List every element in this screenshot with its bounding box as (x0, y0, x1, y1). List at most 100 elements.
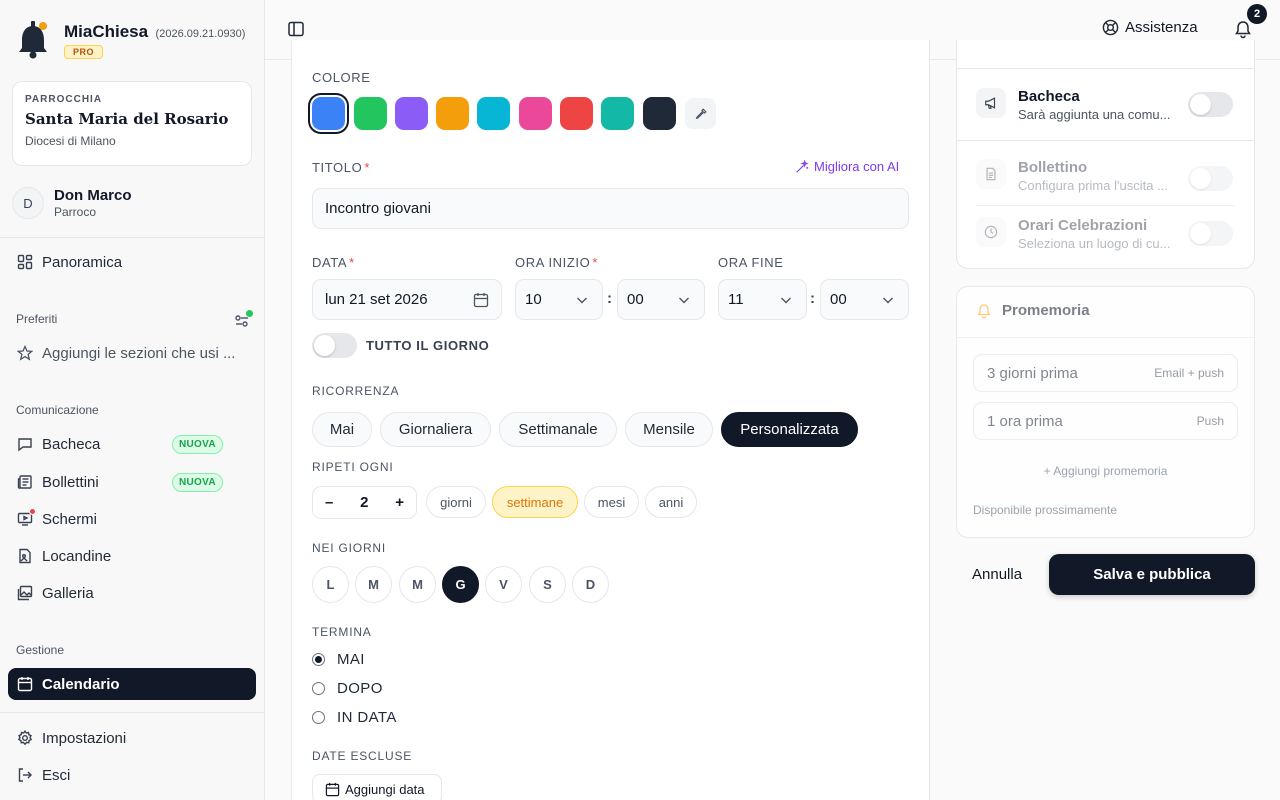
all-day-toggle[interactable] (312, 333, 357, 358)
repeat-interval-stepper[interactable]: – 2 + (312, 486, 417, 519)
notification-count-badge: 2 (1247, 4, 1267, 24)
ai-improve-link[interactable]: Migliora con AI (795, 159, 899, 174)
color-swatch[interactable] (643, 97, 676, 130)
weekday-tuesday[interactable]: M (355, 566, 392, 603)
unit-option-anni[interactable]: anni (645, 486, 697, 518)
recurrence-option-giornaliera[interactable]: Giornaliera (380, 412, 491, 447)
sidebar-item-label: Galleria (42, 584, 94, 602)
end-hour-value: 11 (728, 291, 744, 308)
start-minute-select[interactable]: 00 (617, 279, 705, 320)
sidebar-item-bollettini[interactable]: Bollettini NUOVA (8, 466, 256, 498)
bell-icon (977, 303, 991, 318)
bollettino-toggle[interactable] (1188, 166, 1233, 191)
cancel-button[interactable]: Annulla (972, 566, 1022, 583)
dashboard-icon (16, 253, 34, 271)
date-label: DATA * (312, 255, 355, 270)
sidebar-item-label: Esci (42, 766, 71, 784)
color-swatch[interactable] (354, 97, 387, 130)
decrement-button[interactable]: – (325, 494, 333, 511)
weekday-friday[interactable]: V (485, 566, 522, 603)
weekday-monday[interactable]: L (312, 566, 349, 603)
weekdays-label: NEI GIORNI (312, 541, 387, 555)
orari-toggle[interactable] (1188, 221, 1233, 246)
ends-option-dopo[interactable]: DOPO (312, 680, 383, 697)
reminders-header: Promemoria (976, 302, 1090, 319)
reminder-channel: Email + push (1154, 366, 1224, 380)
unit-option-mesi[interactable]: mesi (584, 486, 639, 518)
sidebar-item-locandine[interactable]: Locandine (8, 540, 256, 572)
sidebar-item-esci[interactable]: Esci (8, 759, 256, 791)
help-button[interactable]: Assistenza (1102, 19, 1198, 36)
weekday-thursday[interactable]: G (442, 566, 479, 603)
favorites-add-hint[interactable]: Aggiungi le sezioni che usi ... (8, 337, 256, 369)
bacheca-toggle[interactable] (1188, 92, 1233, 117)
repeat-interval-value: 2 (360, 494, 369, 511)
ends-option-in-data[interactable]: IN DATA (312, 709, 397, 726)
sidebar-item-impostazioni[interactable]: Impostazioni (8, 722, 256, 754)
eyedropper-icon (695, 107, 707, 119)
radio-button[interactable] (312, 653, 325, 666)
weekday-wednesday[interactable]: M (399, 566, 436, 603)
unit-option-giorni[interactable]: giorni (426, 486, 486, 518)
color-swatch[interactable] (395, 97, 428, 130)
sidebar-item-calendario[interactable]: Calendario (8, 668, 256, 700)
user-name: Don Marco (54, 187, 132, 204)
color-swatch[interactable] (477, 97, 510, 130)
sidebar-item-galleria[interactable]: Galleria (8, 577, 256, 609)
increment-button[interactable]: + (395, 494, 404, 511)
radio-button[interactable] (312, 711, 325, 724)
sidebar-item-label: Bollettini (42, 473, 99, 491)
reminder-channel: Push (1196, 414, 1224, 428)
recurrence-option-mensile[interactable]: Mensile (625, 412, 713, 447)
sidebar-item-panoramica[interactable]: Panoramica (8, 246, 256, 278)
communication-section-title: Comunicazione (16, 403, 99, 417)
weekday-saturday[interactable]: S (529, 566, 566, 603)
user-profile[interactable]: D Don Marco Parroco (12, 187, 132, 219)
sidebar-item-schermi[interactable]: Schermi (8, 503, 256, 535)
end-minute-select[interactable]: 00 (820, 279, 909, 320)
publish-target-sub: Seleziona un luogo di cu... (1018, 236, 1171, 251)
sidebar-item-label: Calendario (42, 675, 120, 693)
publish-target-bollettino: Bollettino Configura prima l'uscita ... (976, 159, 1178, 193)
parish-card[interactable]: PARROCCHIA Santa Maria del Rosario Dioce… (12, 81, 252, 166)
calendar-icon (16, 675, 34, 693)
add-excluded-date-button[interactable]: Aggiungi data (312, 774, 442, 800)
reminder-label: 1 ora prima (987, 412, 1063, 430)
color-swatch[interactable] (601, 97, 634, 130)
sidebar: MiaChiesa (2026.09.21.0930) PRO PARROCCH… (0, 0, 265, 800)
app-version: (2026.09.21.0930) (155, 28, 246, 40)
color-swatch[interactable] (560, 97, 593, 130)
color-swatch[interactable] (312, 97, 345, 130)
app-name: MiaChiesa (64, 22, 149, 41)
save-publish-button[interactable]: Salva e pubblica (1049, 554, 1255, 595)
color-swatch[interactable] (436, 97, 469, 130)
color-picker-button[interactable] (685, 98, 716, 129)
color-swatch[interactable] (519, 97, 552, 130)
divider (957, 140, 1254, 141)
chevron-down-icon (883, 297, 893, 304)
sidebar-item-bacheca[interactable]: Bacheca NUOVA (8, 428, 256, 460)
message-icon (16, 435, 34, 453)
recurrence-option-mai[interactable]: Mai (312, 412, 372, 447)
unit-option-settimane[interactable]: settimane (492, 486, 578, 518)
date-picker-input[interactable]: lun 21 set 2026 (312, 279, 502, 320)
brand[interactable]: MiaChiesa (2026.09.21.0930) PRO (16, 18, 245, 60)
radio-button[interactable] (312, 682, 325, 695)
start-hour-select[interactable]: 10 (515, 279, 603, 320)
publish-target-title: Bollettino (1018, 159, 1088, 176)
chevron-down-icon (781, 297, 791, 304)
ends-option-mai[interactable]: MAI (312, 651, 365, 668)
recurrence-option-settimanale[interactable]: Settimanale (499, 412, 617, 447)
end-hour-select[interactable]: 11 (718, 279, 807, 320)
chevron-down-icon (577, 297, 587, 304)
publish-target-title: Orari Celebrazioni (1018, 217, 1148, 234)
sidebar-item-label: Locandine (42, 547, 112, 565)
favorites-settings-icon[interactable] (234, 310, 253, 329)
user-role: Parroco (54, 205, 97, 219)
sidebar-toggle-icon[interactable] (287, 20, 305, 38)
title-input[interactable]: Incontro giovani (312, 188, 909, 229)
weekday-sunday[interactable]: D (572, 566, 609, 603)
star-icon (16, 344, 34, 362)
recurrence-option-personalizzata[interactable]: Personalizzata (721, 412, 858, 447)
favorites-section-title: Preferiti (16, 312, 58, 326)
